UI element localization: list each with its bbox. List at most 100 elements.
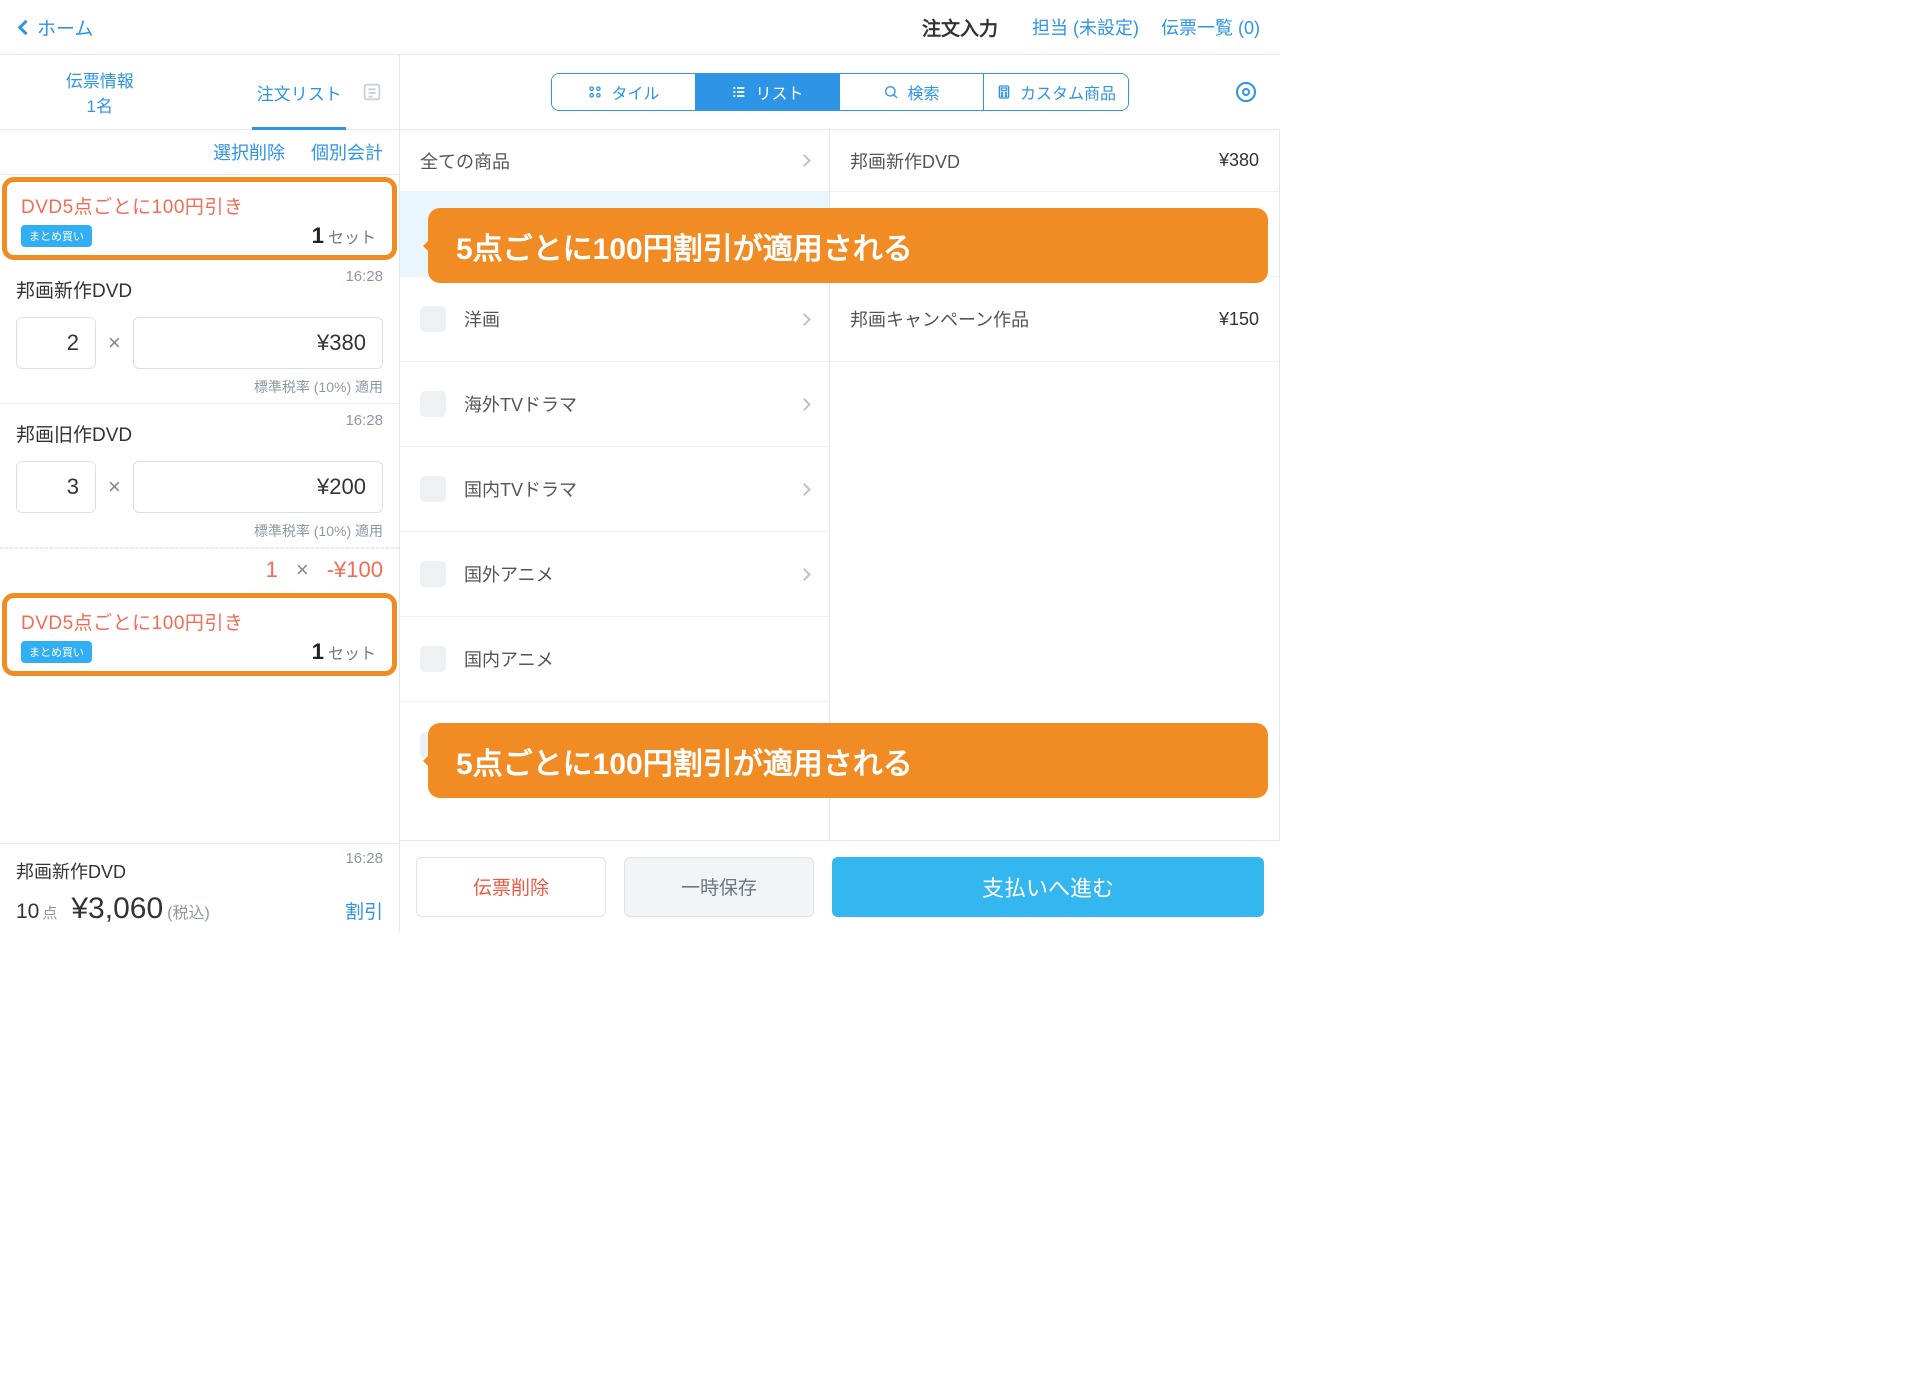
footer-item-name: 邦画新作DVD bbox=[16, 858, 383, 884]
discount-sets-n: 1 bbox=[312, 639, 324, 664]
category-row[interactable]: 国内アニメ bbox=[400, 617, 829, 702]
category-row[interactable]: 海外TVドラマ bbox=[400, 362, 829, 447]
assignee-link[interactable]: 担当 (未設定) bbox=[1032, 14, 1139, 40]
item-tax: 標準税率 (10%) 適用 bbox=[16, 521, 383, 541]
back-button[interactable]: ホーム bbox=[20, 14, 93, 41]
category-color-icon bbox=[420, 476, 446, 502]
callout-text: 5点ごとに100円割引が適用される bbox=[456, 224, 913, 268]
chevron-right-icon bbox=[798, 313, 811, 326]
category-color-icon bbox=[420, 561, 446, 587]
discount-link[interactable]: 割引 bbox=[345, 897, 383, 924]
product-price: ¥380 bbox=[1219, 150, 1259, 171]
footer-count: 10 bbox=[16, 900, 39, 923]
page-title: 注文入力 bbox=[922, 14, 998, 41]
seg-tile-label: タイル bbox=[611, 80, 659, 104]
discount-line: 1 × -¥100 bbox=[0, 548, 399, 591]
discount-card-1[interactable]: DVD5点ごとに100円引き まとめ買い 1セット bbox=[2, 177, 397, 260]
callout-text: 5点ごとに100円割引が適用される bbox=[456, 739, 913, 783]
item-time: 16:28 bbox=[345, 268, 383, 285]
select-delete-link[interactable]: 選択削除 bbox=[213, 139, 285, 165]
seg-custom-label: カスタム商品 bbox=[1020, 80, 1116, 104]
category-color-icon bbox=[420, 646, 446, 672]
discount-title: DVD5点ごとに100円引き bbox=[21, 192, 378, 219]
seg-search-label: 検索 bbox=[907, 80, 939, 104]
gear-icon bbox=[1234, 80, 1258, 104]
category-row[interactable]: 国外アニメ bbox=[400, 532, 829, 617]
discount-badge: まとめ買い bbox=[21, 225, 92, 247]
footer-total: ¥3,060 bbox=[71, 892, 163, 925]
save-draft-button[interactable]: 一時保存 bbox=[624, 857, 814, 917]
tab-order-list[interactable]: 注文リスト bbox=[200, 55, 400, 129]
individual-checkout-link[interactable]: 個別会計 bbox=[311, 139, 383, 165]
discount-sets-n: 1 bbox=[312, 223, 324, 248]
category-label: 海外TVドラマ bbox=[464, 391, 577, 417]
delete-slip-button[interactable]: 伝票削除 bbox=[416, 857, 606, 917]
settings-button[interactable] bbox=[1234, 80, 1258, 104]
item-time: 16:28 bbox=[345, 412, 383, 429]
disc-qty: 1 bbox=[266, 557, 278, 583]
seg-custom[interactable]: カスタム商品 bbox=[984, 74, 1128, 110]
list-icon bbox=[361, 81, 383, 103]
tile-icon bbox=[587, 84, 603, 100]
category-row[interactable]: 国内TVドラマ bbox=[400, 447, 829, 532]
category-color-icon bbox=[420, 306, 446, 332]
tab-order-label: 注文リスト bbox=[257, 80, 342, 105]
product-name: 邦画キャンペーン作品 bbox=[850, 306, 1029, 332]
item-qty[interactable]: 2 bbox=[16, 317, 96, 369]
category-label: 国外アニメ bbox=[464, 561, 554, 587]
item-name: 邦画旧作DVD bbox=[16, 420, 383, 447]
chevron-right-icon bbox=[798, 154, 811, 167]
all-products-row[interactable]: 全ての商品 bbox=[400, 130, 829, 192]
times-icon: × bbox=[296, 557, 309, 583]
chevron-right-icon bbox=[798, 483, 811, 496]
discount-sets-l: セット bbox=[328, 230, 376, 247]
footer-count-u: 点 bbox=[42, 905, 57, 922]
slips-link[interactable]: 伝票一覧 (0) bbox=[1161, 14, 1260, 40]
all-products-label: 全ての商品 bbox=[420, 148, 510, 174]
chevron-left-icon bbox=[18, 19, 34, 35]
product-price: ¥150 bbox=[1219, 309, 1259, 330]
seg-tile[interactable]: タイル bbox=[552, 74, 696, 110]
delete-label: 伝票削除 bbox=[473, 873, 549, 900]
disc-amount: -¥100 bbox=[327, 557, 383, 583]
back-label: ホーム bbox=[37, 14, 93, 41]
proceed-payment-button[interactable]: 支払いへ進む bbox=[832, 857, 1264, 917]
order-item-2[interactable]: 16:28 邦画旧作DVD 3 × ¥200 標準税率 (10%) 適用 bbox=[0, 404, 399, 548]
seg-search[interactable]: 検索 bbox=[840, 74, 984, 110]
category-label: 国内アニメ bbox=[464, 646, 554, 672]
category-color-icon bbox=[420, 391, 446, 417]
item-tax: 標準税率 (10%) 適用 bbox=[16, 377, 383, 397]
chevron-right-icon bbox=[798, 568, 811, 581]
product-row[interactable]: 邦画キャンペーン作品 ¥150 bbox=[830, 277, 1279, 362]
item-amount[interactable]: ¥380 bbox=[133, 317, 383, 369]
times-icon: × bbox=[108, 330, 121, 356]
tab-slip-label2: 1名 bbox=[87, 92, 113, 117]
tab-slip-info[interactable]: 伝票情報 1名 bbox=[0, 55, 200, 129]
product-row[interactable]: 邦画新作DVD ¥380 bbox=[830, 130, 1279, 192]
discount-sets-l: セット bbox=[328, 646, 376, 663]
item-qty[interactable]: 3 bbox=[16, 461, 96, 513]
footer-time: 16:28 bbox=[345, 850, 383, 867]
item-name: 邦画新作DVD bbox=[16, 276, 383, 303]
category-row[interactable]: 洋画 bbox=[400, 277, 829, 362]
discount-title: DVD5点ごとに100円引き bbox=[21, 608, 378, 635]
order-item-1[interactable]: 16:28 邦画新作DVD 2 × ¥380 標準税率 (10%) 適用 bbox=[0, 260, 399, 404]
save-label: 一時保存 bbox=[681, 873, 757, 900]
seg-list[interactable]: リスト bbox=[696, 74, 840, 110]
chevron-right-icon bbox=[798, 398, 811, 411]
times-icon: × bbox=[108, 474, 121, 500]
seg-list-label: リスト bbox=[755, 80, 803, 104]
discount-card-2[interactable]: DVD5点ごとに100円引き まとめ買い 1セット bbox=[2, 593, 397, 676]
category-label: 洋画 bbox=[464, 306, 500, 332]
item-amount[interactable]: ¥200 bbox=[133, 461, 383, 513]
view-segmented: タイル リスト 検索 カスタム商品 bbox=[551, 73, 1129, 111]
tab-slip-label1: 伝票情報 bbox=[66, 67, 134, 92]
calc-icon bbox=[996, 84, 1012, 100]
product-name: 邦画新作DVD bbox=[850, 148, 960, 174]
pay-label: 支払いへ進む bbox=[982, 871, 1114, 903]
category-label: 国内TVドラマ bbox=[464, 476, 577, 502]
search-icon bbox=[883, 84, 899, 100]
discount-badge: まとめ買い bbox=[21, 641, 92, 663]
callout-1: 5点ごとに100円割引が適用される bbox=[428, 208, 1268, 283]
footer-total-u: (税込) bbox=[167, 905, 210, 922]
